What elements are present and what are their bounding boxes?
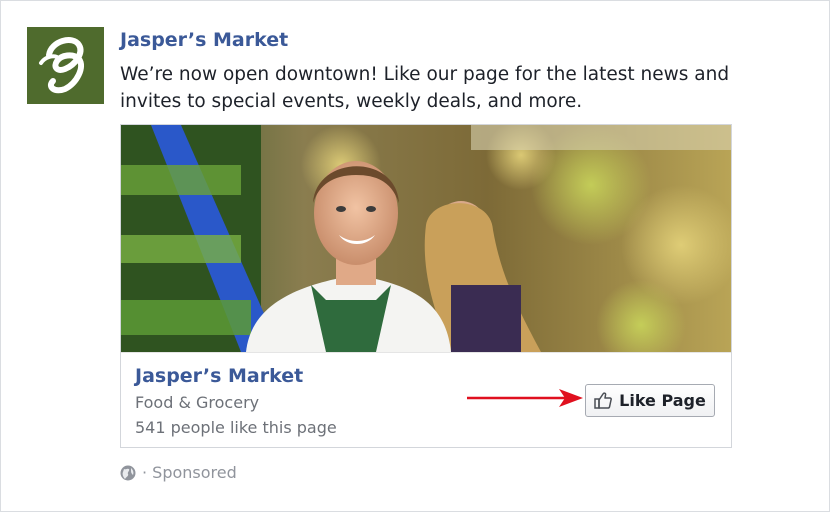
ad-photo[interactable] xyxy=(121,125,731,352)
like-page-label: Like Page xyxy=(619,391,706,410)
script-g-logo-icon xyxy=(39,37,85,94)
sponsored-text: · Sponsored xyxy=(142,463,237,482)
globe-icon xyxy=(120,465,136,480)
page-logo[interactable] xyxy=(27,27,104,104)
card-category: Food & Grocery xyxy=(135,393,260,412)
ad-card-footer: Jasper’s Market Food & Grocery 541 peopl… xyxy=(121,352,731,447)
post-text: We’re now open downtown! Like our page f… xyxy=(120,64,730,112)
card-like-count: 541 people like this page xyxy=(135,418,337,437)
card-page-name-link[interactable]: Jasper’s Market xyxy=(135,365,303,387)
ad-post: Jasper’s Market We’re now open downtown!… xyxy=(0,0,830,512)
ad-card[interactable]: Jasper’s Market Food & Grocery 541 peopl… xyxy=(120,124,732,448)
page-name-link[interactable]: Jasper’s Market xyxy=(120,29,288,51)
red-arrow-icon xyxy=(467,389,583,407)
thumbs-up-icon xyxy=(594,392,613,409)
sponsored-label: · Sponsored xyxy=(120,463,237,482)
like-page-button[interactable]: Like Page xyxy=(585,384,715,417)
